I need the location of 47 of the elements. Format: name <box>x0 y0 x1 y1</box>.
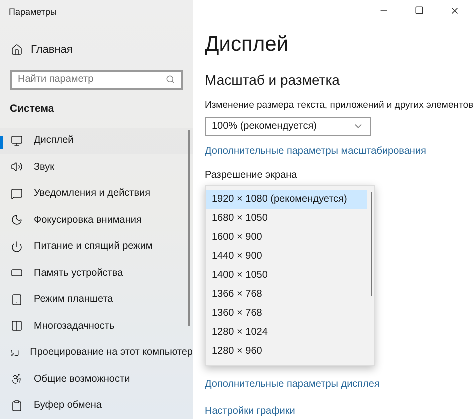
resolution-option[interactable]: 1440 × 900 <box>206 247 367 266</box>
sidebar-item[interactable]: Дисплей <box>0 128 193 154</box>
field-label: Изменение размера текста, приложений и других элементов <box>205 99 474 113</box>
moon-icon <box>11 214 23 226</box>
columns-icon <box>11 320 23 332</box>
page-title: Дисплей <box>205 32 290 58</box>
maximize-icon[interactable] <box>415 6 424 15</box>
scaling-link[interactable]: Дополнительные параметры масштабирования <box>205 144 474 159</box>
message-icon <box>11 188 23 200</box>
sidebar-item[interactable]: Звук <box>0 154 193 180</box>
sidebar-item[interactable]: Фокусировка внимания <box>0 207 193 234</box>
section-heading: Система <box>9 102 56 117</box>
settings-link[interactable]: Настройки графики <box>205 404 474 419</box>
sidebar-item[interactable]: Питание и спящий режим <box>0 234 193 260</box>
settings-link[interactable]: Дополнительные параметры дисплея <box>205 377 474 392</box>
section-heading: Масштаб и разметка <box>205 71 341 90</box>
search-input[interactable]: Найти параметр <box>18 72 166 88</box>
search-field[interactable]: Найти параметр <box>10 70 183 90</box>
resolution-option[interactable]: 1400 × 1050 <box>206 266 367 285</box>
clipboard-icon <box>11 400 23 412</box>
resolution-option[interactable]: 1600 × 900 <box>206 228 367 247</box>
speaker-icon <box>11 161 23 174</box>
home-link[interactable]: Главная <box>0 42 193 58</box>
resolution-option[interactable]: 1280 × 960 <box>206 342 367 361</box>
sidebar-item[interactable]: Проецирование на этот компьютер <box>0 340 193 366</box>
field-label: Разрешение экрана <box>205 169 298 183</box>
accessibility-icon <box>11 373 23 386</box>
sidebar-item[interactable]: Общие возможности <box>0 366 193 392</box>
scale-dropdown[interactable]: 100% (рекомендуется) <box>205 117 371 136</box>
sidebar-item[interactable]: Память устройства <box>0 260 193 286</box>
resolution-option[interactable]: 1366 × 768 <box>206 285 367 304</box>
resolution-option[interactable]: 1920 × 1080 (рекомендуется) <box>206 190 367 209</box>
resolution-option[interactable]: 1680 × 1050 <box>206 209 367 228</box>
sidebar-item[interactable]: Буфер обмена <box>0 392 193 419</box>
resolution-option[interactable]: 1280 × 1024 <box>206 323 367 342</box>
close-icon[interactable] <box>450 6 460 16</box>
search-icon <box>166 75 175 84</box>
sidebar-item[interactable]: Уведомления и действия <box>0 180 193 207</box>
power-icon <box>11 240 23 253</box>
storage-icon <box>11 267 23 280</box>
resolution-option[interactable]: 1360 × 768 <box>206 304 367 323</box>
sidebar-item[interactable]: Многозадачность <box>0 313 193 340</box>
window-title: Параметры <box>8 6 58 18</box>
tablet-icon <box>11 294 23 306</box>
monitor-icon <box>11 134 23 147</box>
sidebar-item[interactable]: Режим планшета <box>0 286 193 313</box>
home-icon <box>11 44 23 56</box>
